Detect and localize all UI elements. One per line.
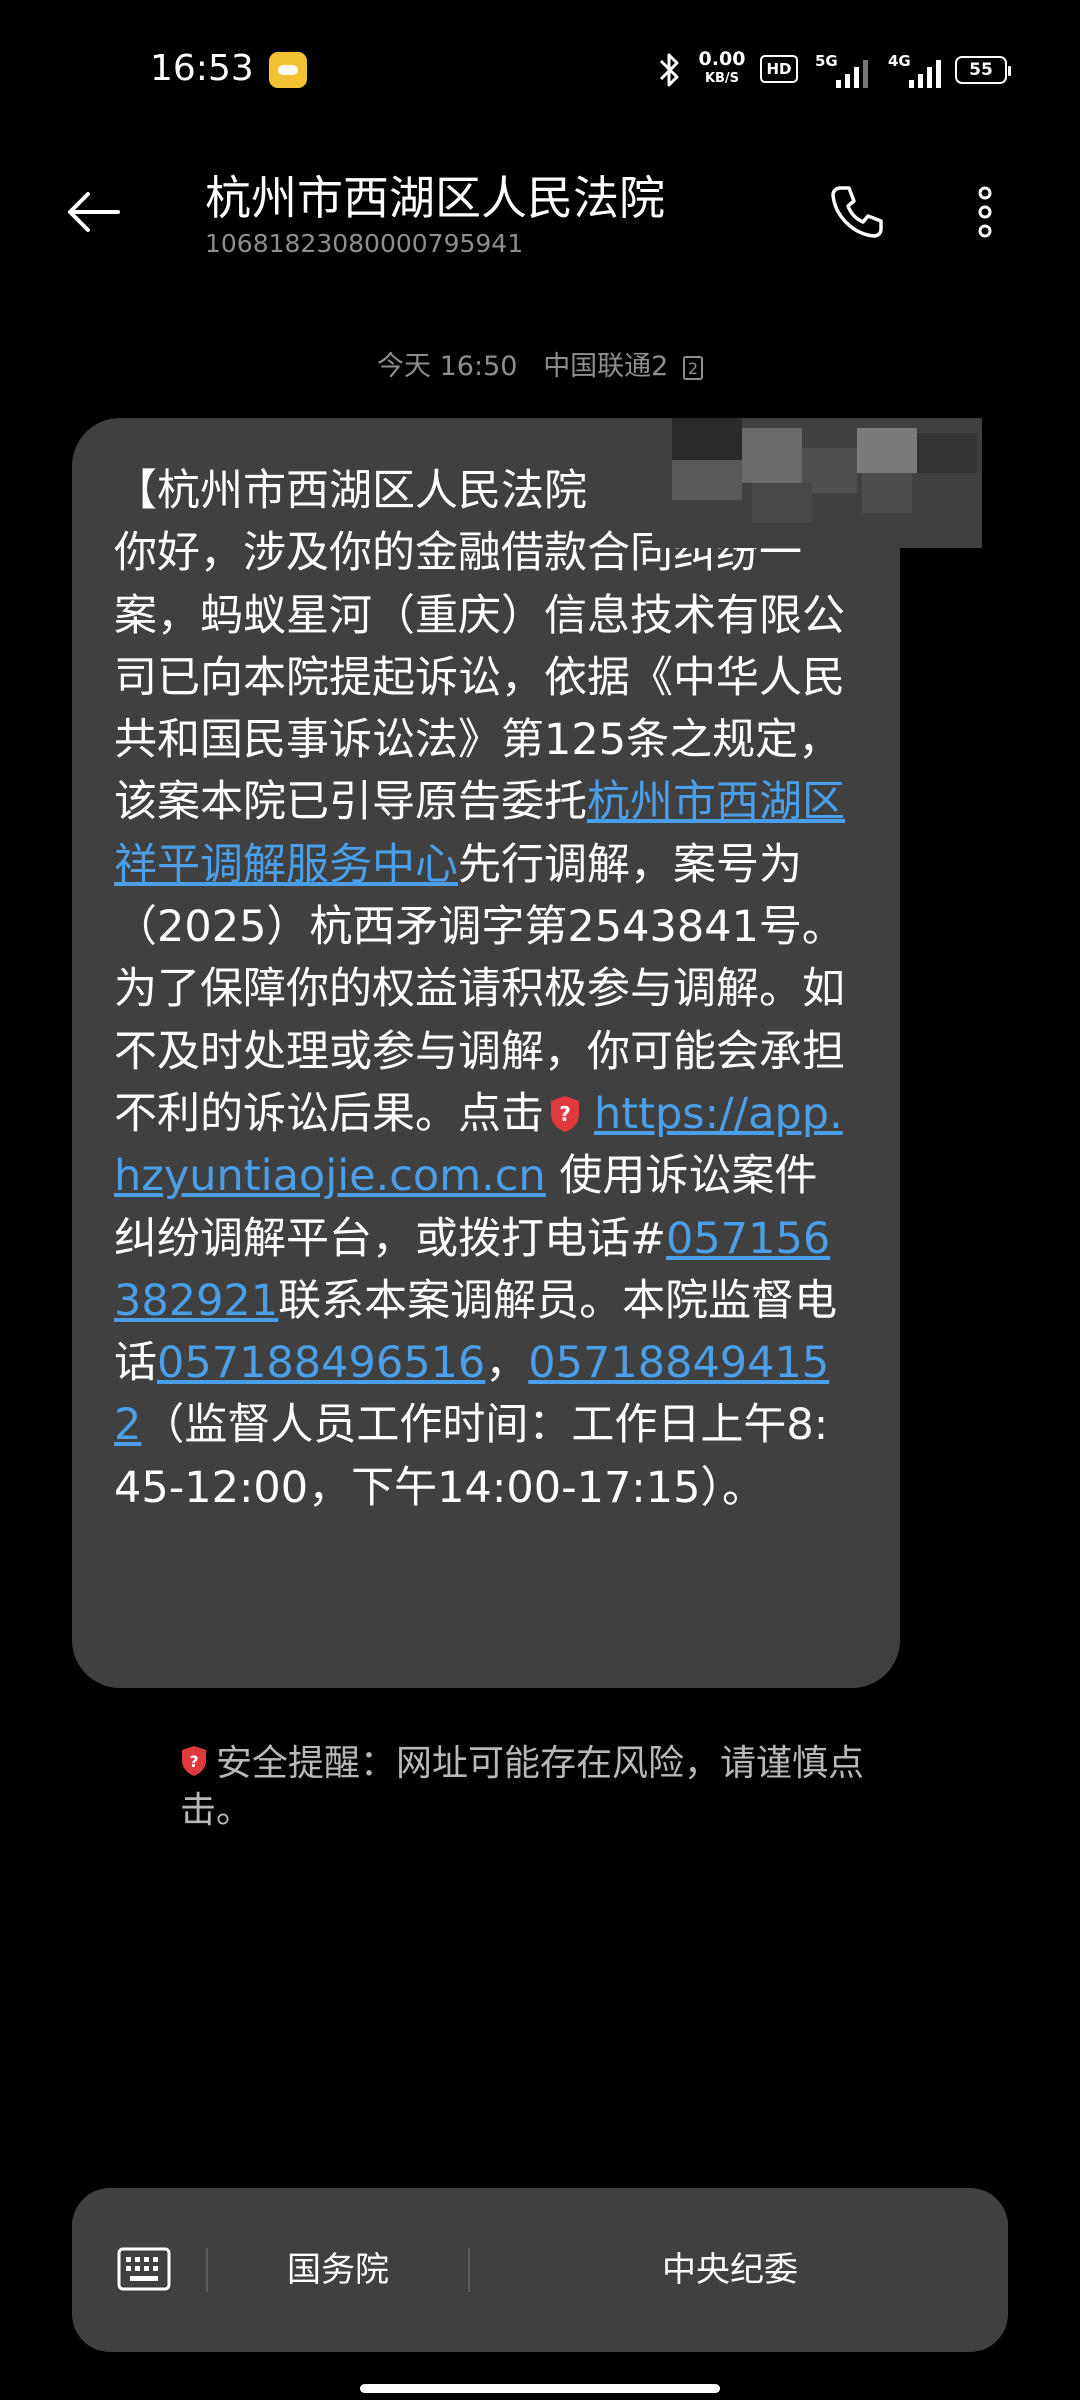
message-carrier: 中国联通2: [543, 351, 669, 382]
menu-button-state-council[interactable]: 国务院: [208, 2188, 468, 2352]
sim-slot-icon: 2: [682, 355, 703, 380]
message-text-part: 【杭州市西湖区人民法院: [114, 466, 587, 516]
home-indicator[interactable]: [360, 2384, 720, 2393]
notification-app-icon: [269, 52, 307, 88]
message-bubble[interactable]: 【杭州市西湖区人民法院 你好，涉及你的金融借款合同纠纷一案，蚂蚁星河（重庆）信息技…: [72, 418, 982, 1688]
back-arrow-icon[interactable]: [60, 180, 124, 244]
message-body: 【杭州市西湖区人民法院 你好，涉及你的金融借款合同纠纷一案，蚂蚁星河（重庆）信息技…: [114, 460, 852, 1519]
bluetooth-icon: [659, 53, 679, 87]
menu-button-central-commission[interactable]: 中央纪委: [470, 2188, 1008, 2352]
phone-link-supervision-1[interactable]: 057188496516: [157, 1338, 485, 1388]
message-text-part: （监督人员工作时间：工作日上午8:45-12:00，下午14:00-17:15）…: [114, 1400, 829, 1513]
battery-icon: 55: [955, 56, 1011, 84]
signal-bars-icon: [909, 60, 941, 88]
message-time: 今天 16:50: [377, 351, 518, 382]
contact-name: 杭州市西湖区人民法院: [205, 171, 665, 225]
phone-icon[interactable]: [825, 180, 889, 244]
network-speed-unit: KB/S: [704, 71, 740, 86]
shield-warning-icon: ?: [182, 1746, 206, 1776]
svg-text:?: ?: [559, 1102, 571, 1126]
network-speed-value: 0.00: [698, 48, 746, 70]
redaction-mosaic: [652, 418, 982, 548]
safety-reminder-text: 安全提醒：网址可能存在风险，请谨慎点击。: [180, 1743, 865, 1831]
message-timestamp: 今天 16:50 中国联通2 2: [0, 344, 1080, 383]
bottom-menu-bar: 国务院 中央纪委: [72, 2188, 1008, 2352]
hd-voice-icon: HD: [760, 55, 798, 83]
status-bar: 16:53 0.00 KB/S HD 5G 4G 55: [0, 0, 1080, 120]
contact-number: 10681823080000795941: [205, 229, 524, 258]
signal-4g-icon: 4G: [888, 52, 946, 88]
safety-reminder: ? 安全提醒：网址可能存在风险，请谨慎点击。: [180, 1740, 900, 1834]
message-text-part: ，: [485, 1338, 529, 1389]
keyboard-icon[interactable]: [116, 2243, 172, 2297]
network-speed: 0.00 KB/S: [693, 50, 751, 94]
more-options-icon[interactable]: [955, 180, 1015, 244]
status-time: 16:53: [150, 48, 254, 89]
signal-5g-icon: 5G: [815, 52, 873, 88]
svg-text:?: ?: [189, 1752, 198, 1771]
signal-bars-icon: [836, 60, 868, 88]
risk-warning-icon: ?: [551, 1095, 579, 1132]
